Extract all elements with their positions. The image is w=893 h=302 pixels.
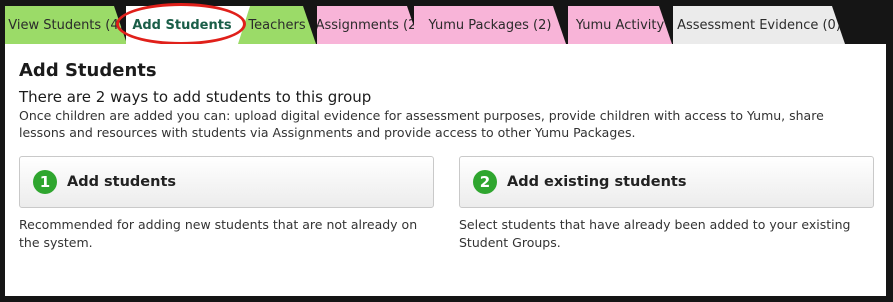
tab-label: Teachers	[248, 17, 306, 33]
page-subtitle: There are 2 ways to add students to this…	[19, 88, 372, 106]
add-students-description: Recommended for adding new students that…	[19, 217, 418, 250]
tab-label: View Students (4)	[8, 17, 124, 33]
add-existing-students-label: Add existing students	[507, 174, 687, 190]
tab-label: Yumu Packages (2)	[428, 17, 552, 33]
app-frame: View Students (4) Assignments (2) Yumu P…	[0, 0, 893, 302]
add-existing-students-description: Select students that have already been a…	[459, 217, 851, 250]
tab-assignments[interactable]: Assignments (2)	[317, 6, 420, 44]
tab-label: Add Students	[132, 17, 232, 33]
page-description: Once children are added you can: upload …	[19, 108, 824, 140]
page-title: Add Students	[19, 60, 157, 81]
tab-view-students[interactable]: View Students (4)	[5, 6, 127, 44]
tab-label: Assessment Evidence (0)	[677, 17, 841, 33]
tab-assessment-evidence[interactable]: Assessment Evidence (0)	[673, 6, 845, 44]
tab-yumu-activity[interactable]: Yumu Activity	[568, 6, 672, 44]
tab-label: Assignments (2)	[315, 17, 422, 33]
add-existing-students-button[interactable]: 2 Add existing students	[459, 156, 874, 208]
tab-yumu-packages[interactable]: Yumu Packages (2)	[414, 6, 566, 44]
tab-label: Yumu Activity	[575, 17, 665, 33]
step-1-badge: 1	[33, 170, 57, 194]
add-students-label: Add students	[67, 174, 177, 190]
add-students-button[interactable]: 1 Add students	[19, 156, 434, 208]
tab-add-students[interactable]: Add Students	[126, 6, 250, 44]
step-2-badge: 2	[473, 170, 497, 194]
content-panel: Add Students There are 2 ways to add stu…	[5, 44, 886, 296]
